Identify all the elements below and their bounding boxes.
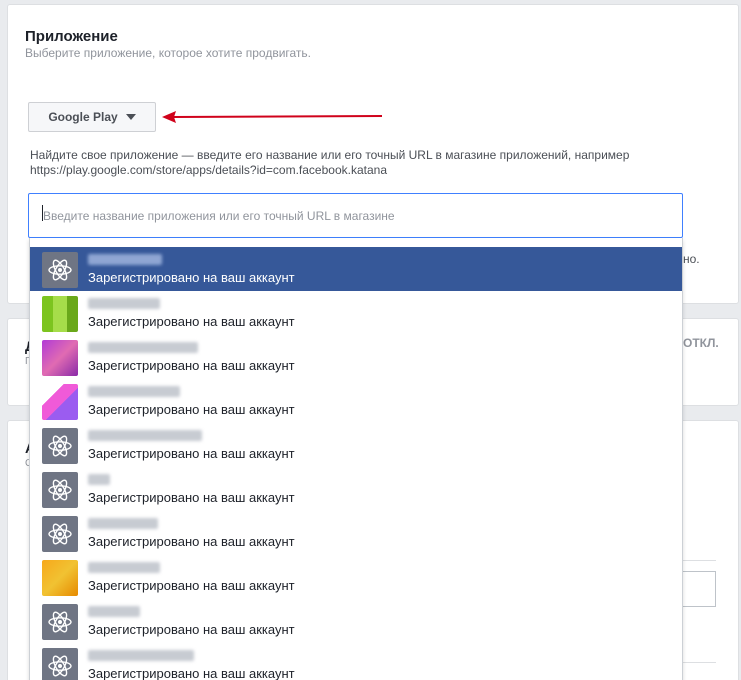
atom-icon xyxy=(42,252,78,288)
suggestion-item[interactable]: Зарегистрировано на ваш аккаунт xyxy=(30,555,682,599)
app-name-blurred xyxy=(88,518,158,529)
suggestion-item[interactable]: Зарегистрировано на ваш аккаунт xyxy=(30,247,682,291)
registration-status: Зарегистрировано на ваш аккаунт xyxy=(88,622,295,637)
atom-icon xyxy=(42,604,78,640)
registration-status: Зарегистрировано на ваш аккаунт xyxy=(88,358,295,373)
app-suggestions-dropdown: Зарегистрировано на ваш аккаунт Зарегист… xyxy=(29,238,683,680)
registration-status: Зарегистрировано на ваш аккаунт xyxy=(88,314,295,329)
registration-status: Зарегистрировано на ваш аккаунт xyxy=(88,666,295,680)
background-text: но. xyxy=(683,252,700,266)
background-toggle-label: ОТКЛ. xyxy=(683,336,719,350)
suggestion-item[interactable]: Зарегистрировано на ваш аккаунт xyxy=(30,511,682,555)
registration-status: Зарегистрировано на ваш аккаунт xyxy=(88,270,295,285)
app-name-blurred xyxy=(88,562,160,573)
registration-status: Зарегистрировано на ваш аккаунт xyxy=(88,578,295,593)
suggestion-item[interactable]: Зарегистрировано на ваш аккаунт xyxy=(30,291,682,335)
section-title: Приложение xyxy=(25,28,118,45)
atom-icon xyxy=(42,428,78,464)
app-thumbnail-icon xyxy=(42,340,78,376)
app-name-blurred xyxy=(88,386,180,397)
app-name-blurred xyxy=(88,606,140,617)
suggestion-item[interactable]: Зарегистрировано на ваш аккаунт xyxy=(30,467,682,511)
help-example-url: https://play.google.com/store/apps/detai… xyxy=(30,163,387,177)
app-thumbnail-icon xyxy=(42,384,78,420)
atom-icon xyxy=(42,472,78,508)
background-input xyxy=(683,571,716,607)
suggestion-item[interactable]: Зарегистрировано на ваш аккаунт xyxy=(30,335,682,379)
app-name-blurred xyxy=(88,650,194,661)
store-selector-button[interactable]: Google Play xyxy=(28,102,156,132)
registration-status: Зарегистрировано на ваш аккаунт xyxy=(88,402,295,417)
atom-icon xyxy=(42,516,78,552)
app-name-blurred xyxy=(88,254,162,265)
text-cursor xyxy=(42,205,43,221)
atom-icon xyxy=(42,648,78,680)
app-name-blurred xyxy=(88,342,198,353)
app-search-input[interactable] xyxy=(28,193,683,238)
registration-status: Зарегистрировано на ваш аккаунт xyxy=(88,534,295,549)
caret-down-icon xyxy=(125,114,136,120)
section-subtitle: Выберите приложение, которое хотите прод… xyxy=(25,46,312,60)
suggestion-item[interactable]: Зарегистрировано на ваш аккаунт xyxy=(30,423,682,467)
app-thumbnail-icon xyxy=(42,560,78,596)
help-text: Найдите свое приложение — введите его на… xyxy=(30,148,720,178)
help-text-line: Найдите свое приложение — введите его на… xyxy=(30,148,630,162)
app-name-blurred xyxy=(88,298,160,309)
registration-status: Зарегистрировано на ваш аккаунт xyxy=(88,490,295,505)
annotation-arrow-icon xyxy=(162,111,383,123)
app-thumbnail-icon xyxy=(42,296,78,332)
registration-status: Зарегистрировано на ваш аккаунт xyxy=(88,446,295,461)
app-name-blurred xyxy=(88,430,202,441)
store-selector-label: Google Play xyxy=(48,110,118,124)
suggestion-item[interactable]: Зарегистрировано на ваш аккаунт xyxy=(30,599,682,643)
divider xyxy=(683,560,716,561)
suggestion-item[interactable]: Зарегистрировано на ваш аккаунт xyxy=(30,379,682,423)
suggestion-item[interactable]: Зарегистрировано на ваш аккаунт xyxy=(30,643,682,680)
app-name-blurred xyxy=(88,474,110,485)
divider xyxy=(683,662,716,663)
